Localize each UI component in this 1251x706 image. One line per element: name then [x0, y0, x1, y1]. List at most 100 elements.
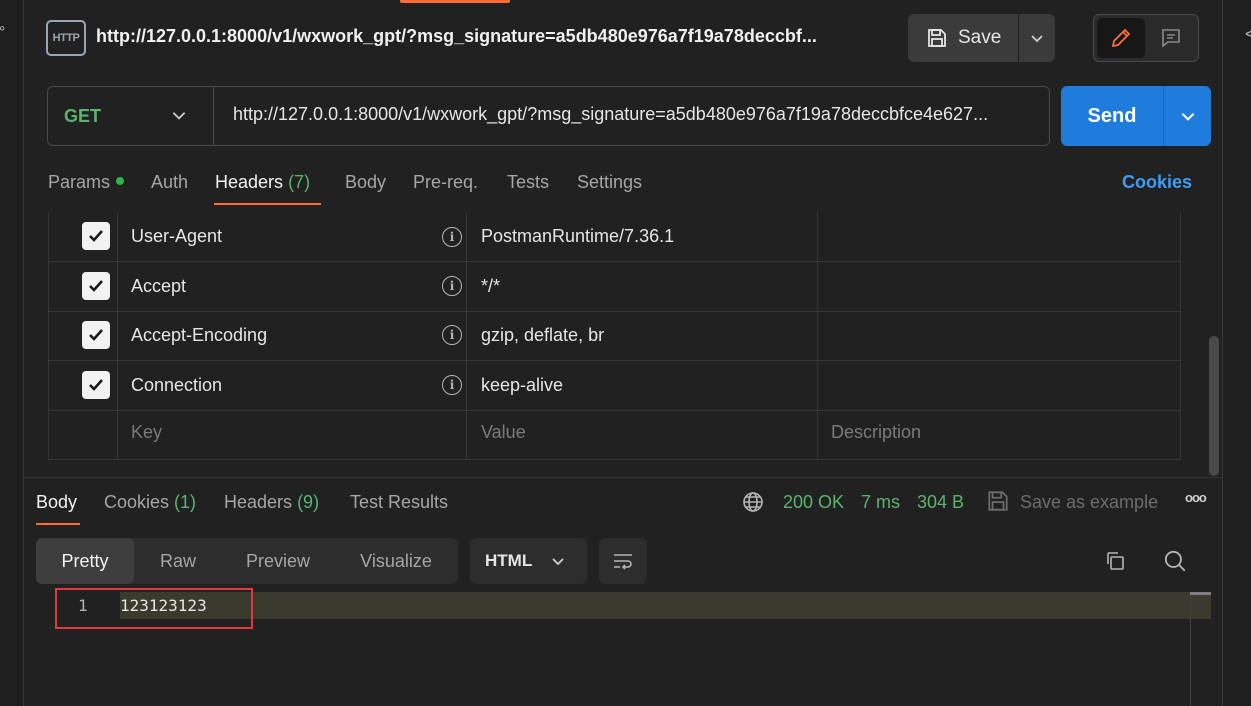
row-divider — [48, 360, 1181, 361]
save-as-example-button[interactable]: Save as example — [1020, 492, 1158, 513]
header-enabled-checkbox[interactable] — [82, 272, 110, 300]
send-button[interactable]: Send — [1061, 86, 1163, 146]
globe-icon[interactable] — [741, 490, 765, 519]
right-sidebar-strip: < — [1222, 0, 1251, 706]
tab-headers-label: Headers — [215, 172, 284, 192]
header-value-cell[interactable]: PostmanRuntime/7.36.1 — [481, 226, 674, 247]
editor-minimap-edge — [1190, 592, 1191, 706]
checkmark-icon — [89, 329, 103, 341]
cookies-link[interactable]: Cookies — [1122, 172, 1192, 193]
annotation-highlight-box — [55, 588, 253, 629]
left-sidebar-strip: ° — [0, 0, 24, 706]
column-divider — [466, 212, 467, 460]
wrap-lines-icon — [614, 554, 632, 570]
method-chevron-down-icon[interactable] — [170, 106, 188, 129]
row-divider — [48, 311, 1181, 312]
save-example-icon — [986, 489, 1010, 518]
status-code[interactable]: 200 OK — [783, 492, 844, 513]
header-enabled-checkbox[interactable] — [82, 321, 110, 349]
request-title[interactable]: http://127.0.0.1:8000/v1/wxwork_gpt/?msg… — [96, 26, 876, 47]
params-active-dot — [116, 177, 125, 186]
more-options-icon[interactable]: ooo — [1185, 490, 1207, 505]
header-value-cell[interactable]: */* — [481, 276, 500, 297]
language-select-value: HTML — [485, 551, 533, 570]
search-icon — [1164, 550, 1186, 572]
save-options-dropdown[interactable] — [1019, 14, 1055, 62]
url-input[interactable]: http://127.0.0.1:8000/v1/wxwork_gpt/?msg… — [233, 104, 1038, 125]
view-preview-button[interactable]: Preview — [226, 538, 330, 584]
comment-mode-button[interactable] — [1147, 18, 1195, 58]
copy-button[interactable] — [1097, 543, 1133, 579]
response-size[interactable]: 304 B — [917, 492, 964, 513]
checkmark-icon — [89, 280, 103, 292]
save-button[interactable]: Save — [908, 14, 1018, 62]
row-divider — [48, 410, 1181, 411]
response-tab-headers-label: Headers — [224, 492, 293, 512]
edit-mode-button[interactable] — [1097, 18, 1145, 58]
language-select[interactable]: HTML — [470, 538, 587, 584]
left-edge-glyph: ° — [0, 24, 6, 41]
tab-prereq[interactable]: Pre-req. — [413, 172, 478, 193]
url-separator — [213, 87, 214, 145]
info-icon[interactable]: i — [442, 276, 462, 296]
info-icon[interactable]: i — [442, 325, 462, 345]
copy-icon — [1107, 552, 1124, 570]
http-method-select[interactable]: GET — [64, 106, 101, 127]
headers-count-badge: (7) — [288, 172, 311, 192]
new-key-input[interactable]: Key — [131, 422, 162, 443]
editor-scroll-indicator[interactable] — [1190, 592, 1211, 595]
new-description-input[interactable]: Description — [831, 422, 921, 443]
header-key-cell[interactable]: Accept — [131, 276, 186, 297]
view-visualize-button[interactable]: Visualize — [340, 538, 452, 584]
header-key-cell[interactable]: Connection — [131, 375, 222, 396]
new-value-input[interactable]: Value — [481, 422, 526, 443]
tab-auth[interactable]: Auth — [151, 172, 188, 193]
response-tab-test-results[interactable]: Test Results — [350, 492, 448, 513]
column-divider — [817, 212, 818, 460]
pencil-icon — [1111, 28, 1131, 48]
chevron-down-icon — [1181, 113, 1194, 121]
checkmark-icon — [89, 230, 103, 242]
header-value-cell[interactable]: gzip, deflate, br — [481, 325, 604, 346]
view-raw-button[interactable]: Raw — [140, 538, 216, 584]
tab-body[interactable]: Body — [345, 172, 386, 193]
send-options-dropdown[interactable] — [1163, 86, 1211, 146]
row-divider — [48, 261, 1181, 262]
header-enabled-checkbox[interactable] — [82, 222, 110, 250]
tab-tests[interactable]: Tests — [507, 172, 549, 193]
view-pretty-button[interactable]: Pretty — [36, 538, 134, 584]
header-enabled-checkbox[interactable] — [82, 371, 110, 399]
tab-headers[interactable]: Headers (7) — [215, 172, 310, 193]
info-icon[interactable]: i — [442, 375, 462, 395]
response-tab-cookies-label: Cookies — [104, 492, 170, 512]
tab-params-label: Params — [48, 172, 111, 192]
header-key-cell[interactable]: User-Agent — [131, 226, 222, 247]
header-key-cell[interactable]: Accept-Encoding — [131, 325, 267, 346]
save-icon — [928, 29, 946, 47]
cookies-count-badge: (1) — [174, 492, 197, 512]
response-tab-body[interactable]: Body — [36, 492, 77, 513]
active-tab-underline — [214, 203, 321, 205]
scrollbar-thumb[interactable] — [1209, 336, 1219, 476]
save-button-label: Save — [958, 27, 1002, 48]
response-tab-headers[interactable]: Headers (9) — [224, 492, 319, 513]
word-wrap-button[interactable] — [599, 538, 647, 584]
chevron-down-icon — [552, 558, 564, 566]
active-line-highlight — [120, 592, 1211, 619]
response-headers-count-badge: (9) — [297, 492, 320, 512]
response-time[interactable]: 7 ms — [861, 492, 900, 513]
column-divider — [117, 212, 118, 460]
collapse-chevron-icon[interactable]: < — [1245, 26, 1251, 44]
http-request-icon: HTTP — [46, 20, 86, 56]
comment-icon — [1162, 29, 1180, 48]
header-value-cell[interactable]: keep-alive — [481, 375, 563, 396]
checkmark-icon — [89, 379, 103, 391]
response-tab-cookies[interactable]: Cookies (1) — [104, 492, 196, 513]
chevron-down-icon — [1031, 35, 1043, 43]
tab-params[interactable]: Params — [48, 172, 125, 193]
search-button[interactable] — [1157, 543, 1193, 579]
tab-settings[interactable]: Settings — [577, 172, 642, 193]
response-tab-underline — [36, 523, 80, 525]
pane-divider[interactable] — [24, 477, 1222, 478]
info-icon[interactable]: i — [442, 227, 462, 247]
